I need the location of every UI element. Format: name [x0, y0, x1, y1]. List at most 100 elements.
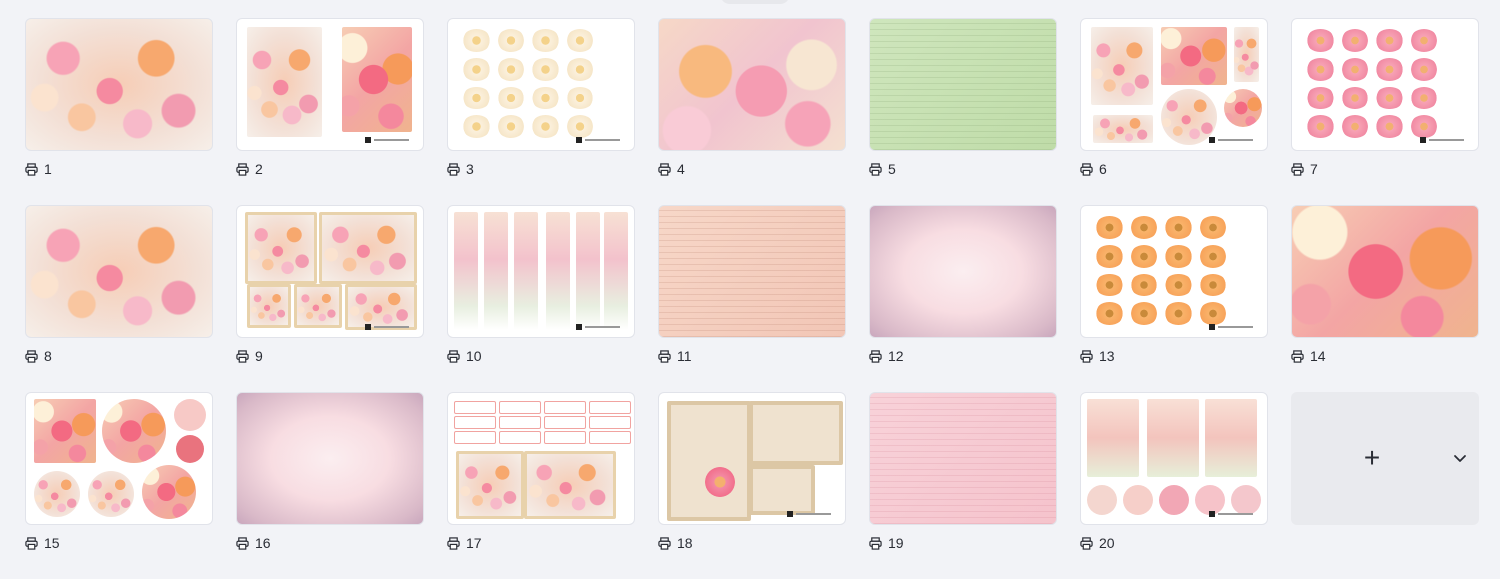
page-tile: 18 [658, 392, 846, 579]
add-page-button[interactable]: + [1291, 392, 1479, 525]
printer-icon [1291, 162, 1304, 176]
page-thumbnail[interactable] [1291, 18, 1479, 151]
page-label: 1 [25, 160, 52, 178]
page-tile: 1 [25, 18, 213, 205]
page-thumbnail[interactable] [1080, 18, 1268, 151]
page-label: 20 [1080, 534, 1115, 552]
page-label: 16 [236, 534, 271, 552]
printer-icon [25, 349, 38, 363]
page-number: 18 [677, 535, 693, 551]
page-tile: 15 [25, 392, 213, 579]
page-label: 8 [25, 347, 52, 365]
page-number: 17 [466, 535, 482, 551]
page-tile: 17 [447, 392, 635, 579]
page-thumbnail[interactable] [236, 392, 424, 525]
page-tile: 16 [236, 392, 424, 579]
plus-icon[interactable]: + [1359, 444, 1385, 472]
page-thumbnail[interactable] [1080, 392, 1268, 525]
page-number: 4 [677, 161, 685, 177]
page-label: 13 [1080, 347, 1115, 365]
page-thumbnail[interactable] [447, 18, 635, 151]
page-tile: 7 [1291, 18, 1479, 205]
page-label: 3 [447, 160, 474, 178]
page-number: 12 [888, 348, 904, 364]
page-tile: 4 [658, 18, 846, 205]
brand-mark [576, 323, 620, 331]
page-thumbnail[interactable] [869, 392, 1057, 525]
chevron-down-icon[interactable] [1451, 449, 1469, 467]
page-number: 6 [1099, 161, 1107, 177]
page-thumbnail[interactable] [447, 205, 635, 338]
page-thumbnail[interactable] [658, 18, 846, 151]
page-number: 9 [255, 348, 263, 364]
printer-icon [658, 536, 671, 550]
pages-grid: 1 2 3 4 5 6 7 8 9 10 11 12 13 14 15 16 17 18 19 20 + [25, 18, 1479, 579]
printer-icon [236, 162, 249, 176]
page-tile: 6 [1080, 18, 1268, 205]
page-number: 16 [255, 535, 271, 551]
page-label: 9 [236, 347, 263, 365]
printer-icon [1080, 162, 1093, 176]
page-label: 7 [1291, 160, 1318, 178]
page-number: 5 [888, 161, 896, 177]
page-label: 19 [869, 534, 904, 552]
printer-icon [25, 162, 38, 176]
printer-icon [869, 162, 882, 176]
page-tile: 12 [869, 205, 1057, 392]
brand-mark [365, 323, 409, 331]
page-tile: 20 [1080, 392, 1268, 579]
page-tile: 3 [447, 18, 635, 205]
brand-mark [787, 510, 831, 518]
page-label: 18 [658, 534, 693, 552]
page-label: 10 [447, 347, 482, 365]
page-label: 14 [1291, 347, 1326, 365]
printer-icon [447, 162, 460, 176]
page-label: 6 [1080, 160, 1107, 178]
top-handle [720, 0, 790, 4]
page-tile: 14 [1291, 205, 1479, 392]
printer-icon [869, 349, 882, 363]
page-thumbnail[interactable] [447, 392, 635, 525]
page-number: 1 [44, 161, 52, 177]
page-label: 2 [236, 160, 263, 178]
brand-mark [576, 136, 620, 144]
page-number: 20 [1099, 535, 1115, 551]
page-number: 7 [1310, 161, 1318, 177]
page-number: 3 [466, 161, 474, 177]
page-tile: 5 [869, 18, 1057, 205]
page-label: 5 [869, 160, 896, 178]
page-thumbnail[interactable] [658, 205, 846, 338]
page-tile: 19 [869, 392, 1057, 579]
add-page-tile: + [1291, 392, 1479, 579]
page-number: 14 [1310, 348, 1326, 364]
printer-icon [658, 349, 671, 363]
page-thumbnail[interactable] [236, 18, 424, 151]
page-tile: 10 [447, 205, 635, 392]
page-number: 19 [888, 535, 904, 551]
page-label: 17 [447, 534, 482, 552]
page-number: 15 [44, 535, 60, 551]
page-label: 11 [658, 347, 692, 365]
printer-icon [869, 536, 882, 550]
brand-mark [1209, 136, 1253, 144]
page-number: 13 [1099, 348, 1115, 364]
brand-mark [1420, 136, 1464, 144]
page-label: 4 [658, 160, 685, 178]
page-tile: 11 [658, 205, 846, 392]
page-thumbnail[interactable] [869, 18, 1057, 151]
page-thumbnail[interactable] [25, 392, 213, 525]
page-thumbnail[interactable] [1080, 205, 1268, 338]
page-label: 15 [25, 534, 60, 552]
page-thumbnail[interactable] [25, 205, 213, 338]
page-thumbnail[interactable] [25, 18, 213, 151]
page-tile: 2 [236, 18, 424, 205]
printer-icon [25, 536, 38, 550]
page-thumbnail[interactable] [236, 205, 424, 338]
page-thumbnail[interactable] [869, 205, 1057, 338]
brand-mark [365, 136, 409, 144]
page-number: 2 [255, 161, 263, 177]
page-thumbnail[interactable] [1291, 205, 1479, 338]
brand-mark [1209, 510, 1253, 518]
printer-icon [658, 162, 671, 176]
page-thumbnail[interactable] [658, 392, 846, 525]
